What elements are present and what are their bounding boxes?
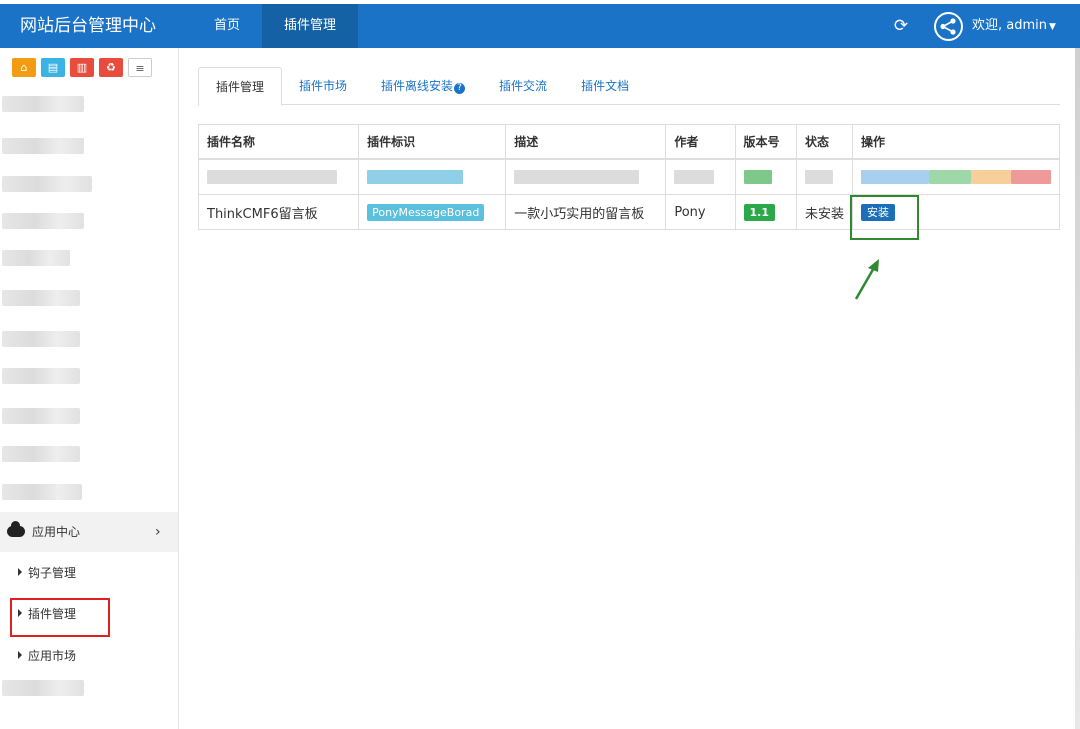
blurred-menu-item xyxy=(2,331,80,347)
version-badge: 1.1 xyxy=(743,203,776,221)
scrollbar-edge xyxy=(1075,48,1080,729)
column-header-status: 状态 xyxy=(795,124,854,160)
question-circle-icon: ? xyxy=(454,83,466,94)
plugin-table: 插件名称 插件标识 描述 作者 版本号 状态 操作 ThinkCMF6留言板 P… xyxy=(197,124,1060,230)
table-header-row: 插件名称 插件标识 描述 作者 版本号 状态 操作 xyxy=(197,124,1060,160)
plugin-tabs: 插件管理 插件市场 插件离线安装? 插件交流 插件文档 xyxy=(198,67,1060,106)
column-header-author: 作者 xyxy=(665,124,736,160)
tab-plugin-management[interactable]: 插件管理 xyxy=(198,67,283,106)
cloud-icon xyxy=(7,521,25,537)
highlight-box-install xyxy=(850,195,919,240)
sidebar-item-label: 应用市场 xyxy=(28,649,77,663)
recycle-icon[interactable]: ♻ xyxy=(99,58,123,77)
tab-plugin-market[interactable]: 插件市场 xyxy=(282,67,364,105)
cell-status: 未安装 xyxy=(795,194,854,230)
sidebar-item-app-center[interactable]: 应用中心 › xyxy=(0,512,178,552)
sidebar-item-app-market[interactable]: 应用市场 xyxy=(18,646,76,666)
blurred-menu-item xyxy=(2,250,70,266)
blurred-cell xyxy=(734,158,797,195)
file-icon[interactable]: ▤ xyxy=(41,58,65,77)
blurred-menu-item xyxy=(2,138,84,154)
brand-title[interactable]: 网站后台管理中心 xyxy=(20,4,156,48)
home-icon[interactable]: ⌂ xyxy=(12,58,36,77)
blurred-menu-item xyxy=(2,368,80,384)
highlight-box-plugins xyxy=(10,598,110,637)
identifier-label: PonyMessageBorad xyxy=(367,203,485,221)
caret-right-icon xyxy=(18,651,22,659)
sidebar: ⌂ ▤ ▥ ♻ ≡ 应用中心 › 钩子管理 插件管理 应用市场 xyxy=(0,48,179,729)
user-menu[interactable]: 欢迎, admin ▼ xyxy=(972,4,1056,49)
sidebar-item-label: 钩子管理 xyxy=(28,566,77,580)
sidebar-item-hooks[interactable]: 钩子管理 xyxy=(18,563,76,583)
column-header-name: 插件名称 xyxy=(197,124,360,160)
column-header-version: 版本号 xyxy=(734,124,797,160)
tab-plugin-community[interactable]: 插件交流 xyxy=(482,67,564,105)
nav-item-plugin-management[interactable]: 插件管理 xyxy=(262,4,359,48)
cell-plugin-identifier: PonyMessageBorad xyxy=(358,194,507,230)
tab-offline-install[interactable]: 插件离线安装? xyxy=(364,67,482,105)
blurred-cell xyxy=(505,158,667,195)
top-navbar: 网站后台管理中心 首页 插件管理 ⟳ 欢迎, admin ▼ xyxy=(0,4,1080,48)
table-row-blurred xyxy=(197,158,1060,195)
column-header-description: 描述 xyxy=(505,124,667,160)
blurred-menu-item xyxy=(2,290,80,306)
cell-version: 1.1 xyxy=(734,194,797,230)
sidebar-quick-buttons: ⌂ ▤ ▥ ♻ ≡ xyxy=(12,58,152,77)
blurred-cell xyxy=(665,158,736,195)
admin-page: 网站后台管理中心 首页 插件管理 ⟳ 欢迎, admin▼ ⌂ ▤ ▥ ♻ ≡ xyxy=(0,0,1080,729)
blurred-menu-item xyxy=(2,484,82,500)
blurred-cell xyxy=(852,158,1060,195)
user-welcome-label: 欢迎, admin xyxy=(972,18,1047,33)
chevron-right-icon: › xyxy=(155,524,161,540)
cell-description: 一款小巧实用的留言板 xyxy=(505,194,667,230)
caret-right-icon xyxy=(18,568,22,576)
cell-author: Pony xyxy=(665,194,736,230)
cell-plugin-name: ThinkCMF6留言板 xyxy=(197,194,360,230)
blurred-menu-item xyxy=(2,446,80,462)
tab-label: 插件离线安装 xyxy=(381,79,454,93)
blurred-cell xyxy=(197,158,360,195)
blurred-menu-item xyxy=(2,680,84,696)
blurred-cell xyxy=(795,158,854,195)
refresh-icon[interactable]: ⟳ xyxy=(891,16,911,36)
blurred-menu-item xyxy=(2,96,84,112)
list-icon[interactable]: ≡ xyxy=(128,58,152,77)
share-icon xyxy=(940,18,956,35)
annotation-arrow-icon xyxy=(854,259,879,300)
caret-down-icon: ▼ xyxy=(1049,22,1056,32)
nav-item-home[interactable]: 首页 xyxy=(192,4,262,48)
blurred-cell xyxy=(358,158,507,195)
share-avatar-icon[interactable] xyxy=(934,12,963,41)
blurred-menu-item xyxy=(2,408,80,424)
column-header-identifier: 插件标识 xyxy=(358,124,507,160)
table-row: ThinkCMF6留言板 PonyMessageBorad 一款小巧实用的留言板… xyxy=(197,194,1060,230)
column-header-action: 操作 xyxy=(852,124,1060,160)
main-nav: 首页 插件管理 xyxy=(192,4,359,48)
blurred-menu-item xyxy=(2,213,84,229)
sidebar-item-label: 应用中心 xyxy=(32,525,81,539)
trash-icon[interactable]: ▥ xyxy=(70,58,94,77)
tab-plugin-docs[interactable]: 插件文档 xyxy=(564,67,646,105)
blurred-menu-item xyxy=(2,176,92,192)
